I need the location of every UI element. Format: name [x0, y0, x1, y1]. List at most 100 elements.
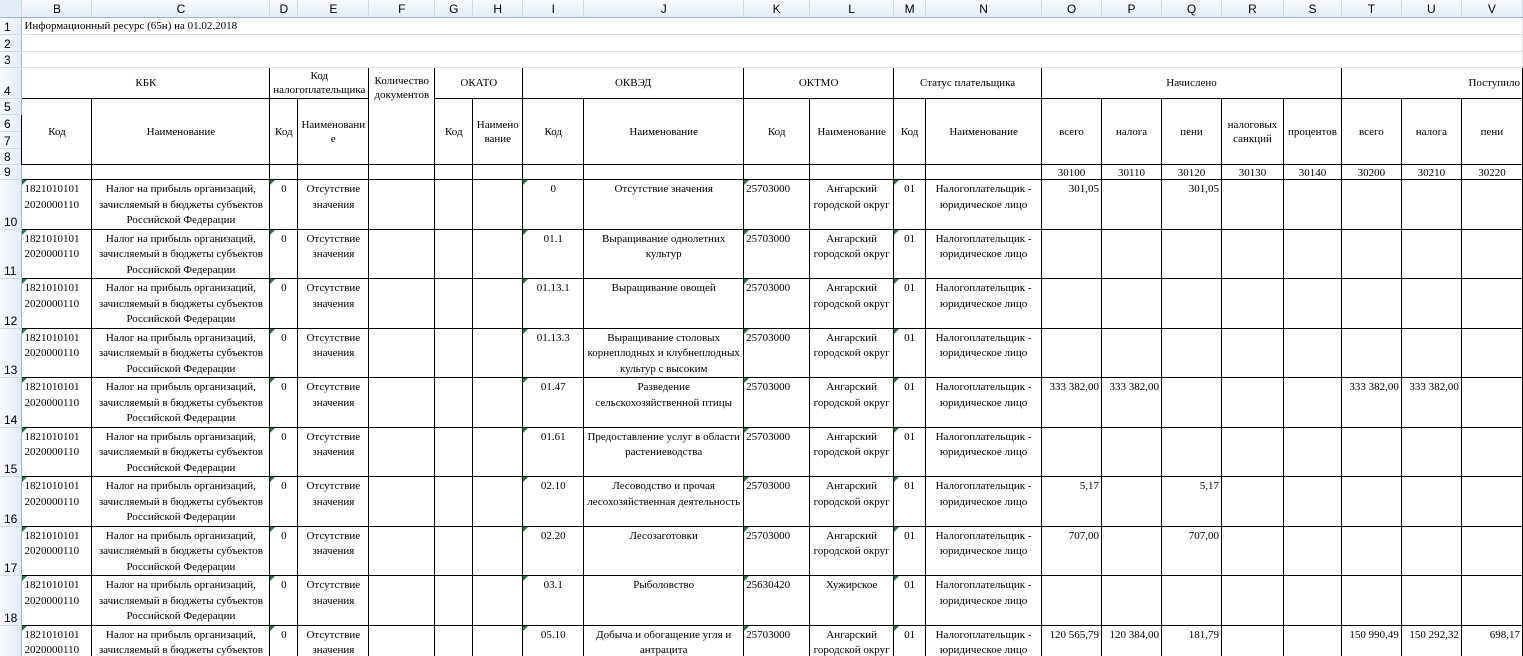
accrued-sanctions-cell[interactable] [1220, 426, 1284, 477]
column-header-g[interactable]: G [434, 0, 474, 18]
doc-count-cell[interactable] [368, 377, 436, 428]
accrued-tax-cell[interactable] [1101, 228, 1162, 279]
oktmo-name-cell[interactable]: Хужирское [809, 575, 895, 626]
doc-count-cell[interactable] [368, 278, 436, 329]
received-total-cell[interactable] [1340, 179, 1402, 230]
column-header-s[interactable]: S [1283, 0, 1342, 18]
accrued-penalty-cell[interactable] [1161, 228, 1222, 279]
payer-code-cell[interactable]: 0 [269, 278, 299, 329]
payer-code-cell[interactable]: 0 [269, 624, 299, 656]
column-header-k[interactable]: K [743, 0, 811, 18]
column-header-b[interactable]: B [21, 0, 93, 18]
subheader-okved-name[interactable]: Наименование [583, 98, 745, 165]
okato-name-cell[interactable] [472, 426, 524, 477]
status-code-cell[interactable]: 01 [893, 377, 927, 428]
okato-code-cell[interactable] [434, 525, 474, 576]
accrued-interest-cell[interactable] [1282, 624, 1342, 656]
kbk-name-cell[interactable]: Налог на прибыль организаций, зачисляемы… [91, 278, 271, 329]
received-tax-cell[interactable] [1400, 476, 1462, 527]
status-name-cell[interactable]: Налогоплательщик - юридическое лицо [925, 377, 1043, 428]
accrued-total-cell[interactable] [1041, 426, 1103, 477]
oktmo-name-cell[interactable]: Ангарский городской округ [809, 525, 895, 576]
row-header[interactable]: 12 [0, 278, 23, 329]
row-header[interactable]: 10 [0, 179, 23, 230]
accrued-total-cell[interactable]: 333 382,00 [1041, 377, 1103, 428]
doc-count-cell[interactable] [368, 327, 436, 378]
okato-name-cell[interactable] [472, 179, 524, 230]
accrued-penalty-cell[interactable] [1161, 278, 1222, 329]
accrued-interest-cell[interactable] [1282, 525, 1342, 576]
accrued-sanctions-cell[interactable] [1220, 575, 1284, 626]
status-name-cell[interactable]: Налогоплательщик - юридическое лицо [925, 476, 1043, 527]
okato-name-cell[interactable] [472, 624, 524, 656]
row-header[interactable]: 17 [0, 526, 23, 576]
accrued-sanctions-cell[interactable] [1220, 327, 1284, 378]
oktmo-name-cell[interactable]: Ангарский городской округ [809, 377, 895, 428]
row-header[interactable]: 6 [0, 114, 23, 132]
received-penalty-cell[interactable] [1460, 228, 1523, 279]
oktmo-code-cell[interactable]: 25703000 [743, 278, 811, 329]
received-total-cell[interactable]: 333 382,00 [1340, 377, 1402, 428]
spreadsheet-grid[interactable]: B C D E F G H I J K L M N O P Q R S T U … [0, 0, 1523, 656]
okato-code-cell[interactable] [434, 426, 474, 477]
code-cell[interactable]: 30100 [1041, 164, 1103, 180]
subheader-oktmo-code[interactable]: Код [743, 98, 811, 165]
okved-code-cell[interactable]: 02.10 [522, 476, 585, 527]
status-name-cell[interactable]: Налогоплательщик - юридическое лицо [925, 575, 1043, 626]
okved-code-cell[interactable]: 05.10 [522, 624, 585, 656]
row-header[interactable]: 7 [0, 131, 23, 149]
accrued-tax-cell[interactable] [1101, 426, 1162, 477]
header-okved[interactable]: ОКВЭД [522, 67, 745, 99]
row-header[interactable]: 16 [0, 476, 23, 527]
okved-name-cell[interactable]: Лесоводство и прочая лесохозяйственная д… [583, 476, 745, 527]
column-header-j[interactable]: J [583, 0, 745, 18]
received-total-cell[interactable] [1340, 426, 1402, 477]
accrued-penalty-cell[interactable]: 707,00 [1161, 525, 1222, 576]
doc-count-cell[interactable] [368, 426, 436, 477]
okved-name-cell[interactable]: Лесозаготовки [583, 525, 745, 576]
received-penalty-cell[interactable] [1460, 327, 1523, 378]
okato-name-cell[interactable] [472, 476, 524, 527]
payer-name-cell[interactable]: Отсутствие значения [297, 327, 370, 378]
kbk-name-cell[interactable]: Налог на прибыль организаций, зачисляемы… [91, 179, 271, 230]
okato-code-cell[interactable] [434, 327, 474, 378]
empty-cell[interactable] [893, 164, 927, 180]
column-header-t[interactable]: T [1341, 0, 1402, 18]
accrued-tax-cell[interactable] [1101, 327, 1162, 378]
column-header-o[interactable]: O [1041, 0, 1103, 18]
column-header-d[interactable]: D [269, 0, 299, 18]
accrued-penalty-cell[interactable] [1161, 327, 1222, 378]
accrued-penalty-cell[interactable]: 5,17 [1161, 476, 1222, 527]
payer-name-cell[interactable]: Отсутствие значения [297, 624, 370, 656]
status-name-cell[interactable]: Налогоплательщик - юридическое лицо [925, 525, 1043, 576]
subheader-payer-code[interactable]: Код [269, 98, 299, 165]
okato-name-cell[interactable] [472, 327, 524, 378]
accrued-interest-cell[interactable] [1282, 377, 1342, 428]
okved-name-cell[interactable]: Разведение сельскохозяйственной птицы [583, 377, 745, 428]
okato-code-cell[interactable] [434, 228, 474, 279]
empty-cell[interactable] [269, 164, 299, 180]
code-cell[interactable]: 30120 [1161, 164, 1222, 180]
status-code-cell[interactable]: 01 [893, 327, 927, 378]
kbk-name-cell[interactable]: Налог на прибыль организаций, зачисляемы… [91, 327, 271, 378]
okved-code-cell[interactable]: 01.13.1 [522, 278, 585, 329]
received-tax-cell[interactable] [1400, 278, 1462, 329]
kbk-code-cell[interactable]: 1821010101 2020000110 [21, 575, 93, 626]
accrued-tax-cell[interactable] [1101, 278, 1162, 329]
accrued-total-cell[interactable] [1041, 228, 1103, 279]
accrued-sanctions-cell[interactable] [1220, 228, 1284, 279]
column-header-c[interactable]: C [91, 0, 271, 18]
payer-code-cell[interactable]: 0 [269, 525, 299, 576]
payer-name-cell[interactable]: Отсутствие значения [297, 228, 370, 279]
payer-code-cell[interactable]: 0 [269, 476, 299, 527]
kbk-code-cell[interactable]: 1821010101 2020000110 [21, 228, 93, 279]
okato-code-cell[interactable] [434, 624, 474, 656]
kbk-code-cell[interactable]: 1821010101 2020000110 [21, 179, 93, 230]
accrued-penalty-cell[interactable] [1161, 426, 1222, 477]
payer-name-cell[interactable]: Отсутствие значения [297, 525, 370, 576]
subheader-okved-code[interactable]: Код [522, 98, 585, 165]
oktmo-name-cell[interactable]: Ангарский городской округ [809, 278, 895, 329]
oktmo-code-cell[interactable]: 25703000 [743, 228, 811, 279]
subheader-payer-name[interactable]: Наименовани е [297, 98, 370, 165]
okved-name-cell[interactable]: Рыболовство [583, 575, 745, 626]
